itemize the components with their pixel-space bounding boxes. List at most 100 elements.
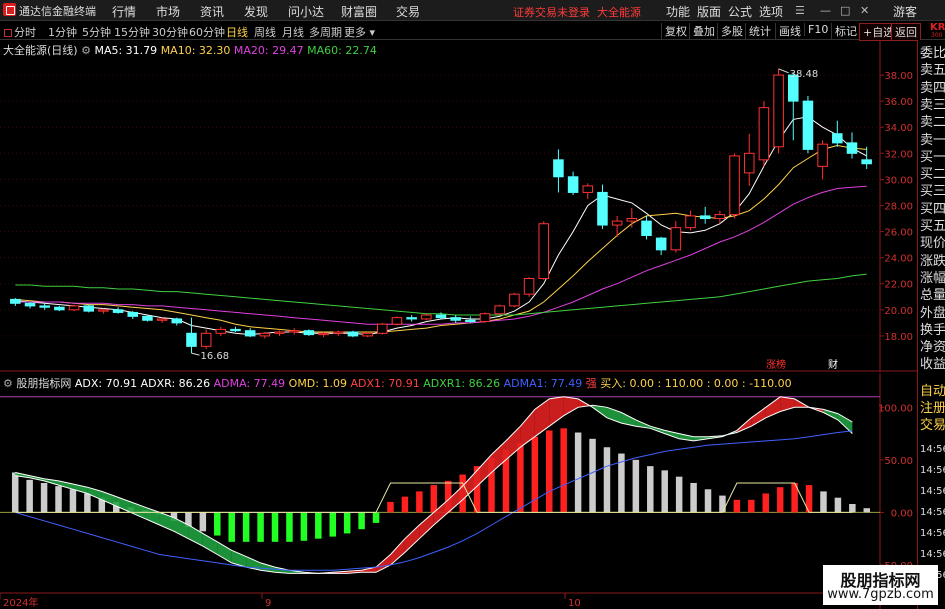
side-item: 卖四 — [920, 80, 945, 96]
candle — [98, 308, 109, 314]
candle-body — [758, 107, 770, 161]
menu-quotes[interactable]: 行情 — [112, 3, 136, 20]
candle-body — [435, 314, 447, 319]
period-weekly[interactable]: 周线 — [254, 24, 276, 40]
maximize-icon[interactable]: □ — [840, 4, 850, 17]
period-daily[interactable]: 日线 — [226, 24, 248, 40]
candle-body — [391, 317, 403, 325]
menu-function[interactable]: 功能 — [666, 3, 690, 20]
y-tick-label: 100.00 — [878, 403, 913, 414]
tool-overlay[interactable]: 叠加 — [689, 23, 718, 39]
tool-adjust[interactable]: 复权 — [661, 23, 690, 39]
login-notice[interactable]: 证券交易未登录 大全能源 — [513, 4, 641, 20]
menu-options[interactable]: 选项 — [759, 3, 783, 20]
candle-body — [24, 302, 36, 307]
histogram-bar — [704, 489, 712, 513]
settings-icon[interactable]: ⚙ — [3, 377, 13, 390]
intraday-icon — [4, 29, 12, 37]
period-multi[interactable]: 多周期 — [309, 24, 342, 40]
histogram-bar — [776, 487, 784, 513]
tool-mark[interactable]: 标记 — [831, 23, 860, 39]
side-action-0[interactable]: 自动 — [920, 384, 945, 400]
menu-formula[interactable]: 公式 — [728, 3, 752, 20]
settings-icon[interactable]: ⚙ — [81, 44, 91, 57]
menu-layout[interactable]: 版面 — [697, 3, 721, 20]
menu-ask[interactable]: 问小达 — [288, 3, 324, 20]
tool-stats[interactable]: 统计 — [745, 23, 774, 39]
histogram-bar — [849, 504, 856, 513]
side-item: 卖五 — [920, 63, 945, 79]
candle-body — [861, 159, 872, 165]
candle-body — [127, 311, 139, 317]
candle-body — [332, 331, 344, 334]
menu-wealth[interactable]: 财富圈 — [341, 3, 377, 20]
candlestick-chart[interactable]: 18.00 20.00 22.00 24.00 26.00 28.00 30.00 32.00… — [0, 40, 917, 372]
period-monthly[interactable]: 月线 — [282, 24, 304, 40]
side-item: 买一 — [920, 149, 945, 165]
histogram-bar — [820, 491, 827, 513]
candle — [582, 183, 594, 199]
histogram-bar — [242, 512, 250, 542]
y-tick-label: 22.00 — [884, 280, 913, 291]
candle-body — [171, 318, 183, 324]
menu-trade[interactable]: 交易 — [396, 3, 420, 20]
candle — [773, 68, 784, 154]
menu-news[interactable]: 资讯 — [200, 3, 224, 20]
side-item: 涨跌 — [920, 253, 945, 269]
guest-button[interactable]: 游客 — [893, 3, 917, 20]
candle-body — [655, 237, 667, 251]
tool-multistock[interactable]: 多股 — [717, 23, 746, 39]
candle-body — [54, 306, 65, 311]
candle — [846, 132, 858, 159]
period-more[interactable]: 更多 ▾ — [344, 24, 375, 40]
adx-ribbon-segment — [419, 512, 434, 539]
candle-body — [729, 155, 740, 216]
tool-f10[interactable]: F10 — [804, 23, 831, 36]
candle — [553, 149, 564, 193]
trade-time: 14:56 — [920, 528, 945, 539]
candle — [391, 316, 403, 326]
side-action-1[interactable]: 注册 — [920, 401, 945, 417]
side-action-2[interactable]: 交易 — [920, 418, 945, 434]
indicator-chart[interactable]: -50.000.0050.00100.002024年910 — [0, 373, 917, 609]
histogram-bar — [300, 512, 308, 541]
upper-band-label: : 110.00 — [657, 377, 704, 390]
side-item: 净资 — [920, 340, 945, 356]
side-item: 卖二 — [920, 115, 945, 131]
menu-discover[interactable]: 发现 — [244, 3, 268, 20]
adx1-label: ADX1: 70.91 — [350, 377, 420, 390]
side-item: 卖三 — [920, 97, 945, 113]
login-status: 证券交易未登录 — [513, 6, 590, 19]
tool-draw[interactable]: 画线 — [775, 23, 804, 39]
y-tick-label: 24.00 — [884, 254, 913, 265]
histogram-bar — [40, 482, 48, 513]
period-intraday[interactable]: 分时 — [4, 24, 36, 40]
lower-band-label: : -110.00 — [741, 377, 792, 390]
candle — [788, 72, 799, 141]
histogram-bar — [286, 512, 293, 542]
adma1-label: ADMA1: 77.49 — [503, 377, 583, 390]
period-15min[interactable]: 15分钟 — [114, 24, 150, 40]
close-icon[interactable]: ✕ — [860, 4, 869, 17]
period-1min[interactable]: 1分钟 — [48, 24, 77, 40]
adx-ribbon-segment — [217, 541, 232, 563]
candle-body — [817, 143, 828, 167]
histogram-bar — [632, 459, 640, 513]
candle-body — [699, 215, 711, 220]
period-5min[interactable]: 5分钟 — [82, 24, 111, 40]
minimize-icon[interactable]: — — [820, 4, 831, 17]
menu-market[interactable]: 市场 — [156, 3, 180, 20]
menu-list-icon[interactable]: ☰ — [795, 4, 805, 17]
candle-body — [244, 330, 256, 337]
candle — [200, 329, 212, 349]
candle — [377, 322, 388, 335]
date-tick-label: 9 — [265, 598, 271, 609]
period-60min[interactable]: 60分钟 — [189, 24, 225, 40]
candle-body — [186, 332, 197, 347]
candle — [861, 146, 872, 169]
back-button[interactable]: 返回 — [891, 23, 921, 41]
candle — [186, 317, 197, 354]
period-30min[interactable]: 30分钟 — [152, 24, 188, 40]
trade-time: 14:56 — [920, 549, 945, 560]
y-tick-label: 30.00 — [884, 175, 913, 186]
